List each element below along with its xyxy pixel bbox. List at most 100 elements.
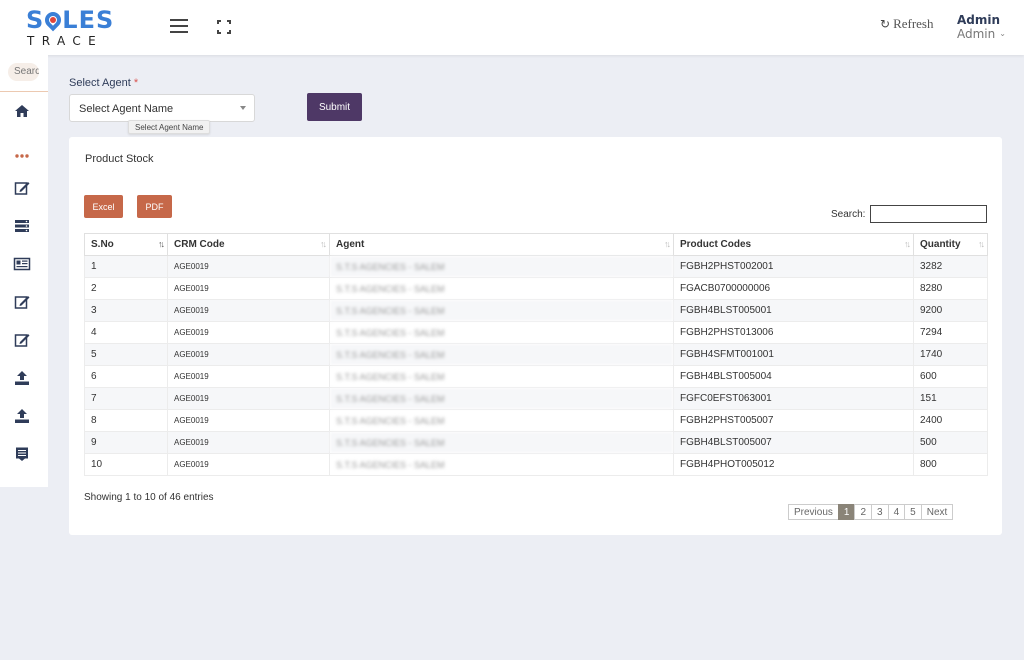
cell-crm-code: AGE0019 [167, 255, 330, 278]
cell-crm-code: AGE0019 [167, 453, 330, 476]
cell-agent: S.T.S AGENCIES - SALEM [329, 255, 674, 278]
cell-sno: 7 [84, 387, 168, 410]
chevron-down-icon: ⌄ [999, 29, 1006, 38]
cell-agent: S.T.S AGENCIES - SALEM [329, 299, 674, 322]
server-list-icon[interactable] [13, 217, 31, 235]
cell-quantity: 500 [913, 431, 988, 454]
excel-export-button[interactable]: Excel [84, 195, 123, 218]
cell-product-code: FGBH4BLST005001 [673, 299, 914, 322]
search-label: Search: [831, 209, 866, 220]
table-header-row: S.No ↑↓ CRM Code ↑↓ Agent ↑↓ Product Codes ↑… [84, 233, 988, 256]
cell-product-code: FGBH2PHST002001 [673, 255, 914, 278]
select-agent-dropdown[interactable]: Select Agent Name [69, 94, 255, 122]
select-agent-tooltip: Select Agent Name [128, 120, 211, 134]
sort-asc-icon: ↑↓ [158, 239, 165, 249]
sort-icon: ↑↓ [320, 239, 327, 249]
logo-letter-s: S [26, 6, 45, 34]
logo-subtitle: TRACE [27, 34, 104, 48]
table-row: 9 AGE0019 S.T.S AGENCIES - SALEM FGBH4BLST0… [84, 431, 988, 454]
cell-product-code: FGBH4SFMT001001 [673, 343, 914, 366]
cell-crm-code: AGE0019 [167, 321, 330, 344]
sort-icon: ↑↓ [978, 239, 985, 249]
select-agent-value: Select Agent Name [79, 103, 174, 115]
pagination-page-5[interactable]: 5 [904, 504, 922, 520]
upload-icon-2[interactable] [13, 407, 31, 425]
cell-quantity: 600 [913, 365, 988, 388]
column-label: Product Codes [680, 239, 752, 250]
top-bar: S LES TRACE ↻ Refresh Admin Admin ⌄ [0, 0, 1024, 55]
column-header-agent[interactable]: Agent ↑↓ [329, 233, 674, 256]
column-label: Quantity [920, 239, 961, 250]
pagination-page-2[interactable]: 2 [854, 504, 873, 520]
cell-crm-code: AGE0019 [167, 277, 330, 300]
select-agent-label-text: Select Agent [69, 77, 131, 89]
column-header-crm-code[interactable]: CRM Code ↑↓ [167, 233, 330, 256]
refresh-button[interactable]: ↻ Refresh [880, 16, 934, 32]
newspaper-icon[interactable] [13, 255, 31, 273]
cell-product-code: FGBH4PHOT005012 [673, 453, 914, 476]
sales-trace-logo[interactable]: S LES TRACE [26, 8, 116, 48]
pagination-page-4[interactable]: 4 [887, 504, 906, 520]
pagination: Previous 1 2 3 4 5 Next [788, 504, 954, 520]
edit-icon-2[interactable] [13, 293, 31, 311]
user-menu[interactable]: Admin Admin ⌄ [957, 13, 1006, 41]
cell-quantity: 3282 [913, 255, 988, 278]
user-name: Admin [957, 13, 1001, 27]
sidebar: Search [0, 55, 48, 487]
table-row: 10 AGE0019 S.T.S AGENCIES - SALEM FGBH4PHOT… [84, 453, 988, 476]
cell-agent: S.T.S AGENCIES - SALEM [329, 277, 674, 300]
cell-sno: 9 [84, 431, 168, 454]
pagination-previous[interactable]: Previous [788, 504, 839, 520]
cell-agent: S.T.S AGENCIES - SALEM [329, 387, 674, 410]
table-row: 6 AGE0019 S.T.S AGENCIES - SALEM FGBH4BLST0… [84, 365, 988, 388]
logo-letters: LES [62, 6, 115, 34]
cell-crm-code: AGE0019 [167, 409, 330, 432]
cell-quantity: 1740 [913, 343, 988, 366]
cell-product-code: FGACB0700000006 [673, 277, 914, 300]
cell-crm-code: AGE0019 [167, 343, 330, 366]
select-agent-label: Select Agent * [69, 77, 138, 89]
column-header-quantity[interactable]: Quantity ↑↓ [913, 233, 988, 256]
edit-icon[interactable] [13, 179, 31, 197]
cell-crm-code: AGE0019 [167, 365, 330, 388]
cell-quantity: 8280 [913, 277, 988, 300]
cell-sno: 8 [84, 409, 168, 432]
column-label: S.No [91, 239, 114, 250]
user-role: Admin ⌄ [957, 27, 1006, 41]
user-role-label: Admin [957, 27, 996, 41]
upload-icon[interactable] [13, 369, 31, 387]
cell-product-code: FGBH4BLST005004 [673, 365, 914, 388]
refresh-label: Refresh [893, 16, 934, 31]
column-header-product-codes[interactable]: Product Codes ↑↓ [673, 233, 914, 256]
cell-quantity: 7294 [913, 321, 988, 344]
table-row: 7 AGE0019 S.T.S AGENCIES - SALEM FGFC0EFST0… [84, 387, 988, 410]
table-row: 1 AGE0019 S.T.S AGENCIES - SALEM FGBH2PHST0… [84, 255, 988, 278]
column-header-sno[interactable]: S.No ↑↓ [84, 233, 168, 256]
product-stock-table: S.No ↑↓ CRM Code ↑↓ Agent ↑↓ Product Codes ↑… [84, 233, 988, 476]
home-icon[interactable] [13, 102, 31, 120]
caret-down-icon [240, 106, 246, 110]
refresh-icon: ↻ [880, 17, 891, 31]
cell-crm-code: AGE0019 [167, 299, 330, 322]
cell-product-code: FGBH2PHST013006 [673, 321, 914, 344]
hamburger-menu-icon[interactable] [170, 19, 188, 35]
cell-sno: 4 [84, 321, 168, 344]
pagination-page-1[interactable]: 1 [837, 504, 856, 520]
table-info: Showing 1 to 10 of 46 entries [84, 492, 214, 503]
sidebar-search-input[interactable]: Search [8, 63, 39, 81]
more-dots-icon[interactable] [13, 147, 31, 165]
product-stock-card: Product Stock Excel PDF Search: S.No ↑↓ C… [69, 137, 1002, 535]
report-list-icon[interactable] [13, 445, 31, 463]
cell-crm-code: AGE0019 [167, 387, 330, 410]
cell-sno: 5 [84, 343, 168, 366]
table-search-input[interactable] [870, 205, 987, 223]
pdf-export-button[interactable]: PDF [137, 195, 172, 218]
cell-product-code: FGBH2PHST005007 [673, 409, 914, 432]
edit-icon-3[interactable] [13, 331, 31, 349]
fullscreen-icon[interactable] [217, 20, 231, 34]
submit-button[interactable]: Submit [307, 93, 362, 121]
table-row: 8 AGE0019 S.T.S AGENCIES - SALEM FGBH2PHST0… [84, 409, 988, 432]
pagination-next[interactable]: Next [920, 504, 954, 520]
pagination-page-3[interactable]: 3 [871, 504, 889, 520]
cell-sno: 3 [84, 299, 168, 322]
